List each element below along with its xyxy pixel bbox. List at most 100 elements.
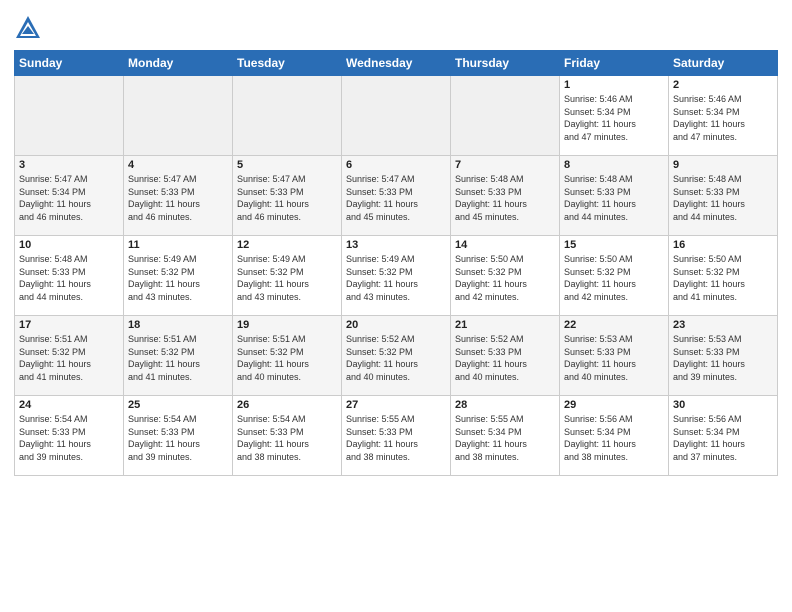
day-info: Sunrise: 5:53 AM Sunset: 5:33 PM Dayligh…	[673, 333, 773, 383]
calendar-table: SundayMondayTuesdayWednesdayThursdayFrid…	[14, 50, 778, 476]
calendar-cell: 28 Sunrise: 5:55 AM Sunset: 5:34 PM Dayli…	[451, 396, 560, 476]
day-number: 11	[128, 239, 228, 251]
day-info: Sunrise: 5:55 AM Sunset: 5:34 PM Dayligh…	[455, 413, 555, 463]
calendar-cell	[451, 76, 560, 156]
day-number: 15	[564, 239, 664, 251]
day-info: Sunrise: 5:50 AM Sunset: 5:32 PM Dayligh…	[673, 253, 773, 303]
day-info: Sunrise: 5:48 AM Sunset: 5:33 PM Dayligh…	[673, 173, 773, 223]
calendar-cell: 10 Sunrise: 5:48 AM Sunset: 5:33 PM Dayli…	[15, 236, 124, 316]
day-info: Sunrise: 5:56 AM Sunset: 5:34 PM Dayligh…	[673, 413, 773, 463]
day-number: 27	[346, 399, 446, 411]
day-number: 13	[346, 239, 446, 251]
day-number: 22	[564, 319, 664, 331]
day-number: 28	[455, 399, 555, 411]
day-info: Sunrise: 5:51 AM Sunset: 5:32 PM Dayligh…	[128, 333, 228, 383]
calendar-cell: 29 Sunrise: 5:56 AM Sunset: 5:34 PM Dayli…	[560, 396, 669, 476]
logo-icon	[14, 14, 42, 42]
day-number: 2	[673, 79, 773, 91]
day-number: 25	[128, 399, 228, 411]
day-number: 16	[673, 239, 773, 251]
day-number: 17	[19, 319, 119, 331]
day-info: Sunrise: 5:47 AM Sunset: 5:33 PM Dayligh…	[346, 173, 446, 223]
day-info: Sunrise: 5:48 AM Sunset: 5:33 PM Dayligh…	[19, 253, 119, 303]
day-number: 19	[237, 319, 337, 331]
calendar-cell: 21 Sunrise: 5:52 AM Sunset: 5:33 PM Dayli…	[451, 316, 560, 396]
day-number: 18	[128, 319, 228, 331]
day-info: Sunrise: 5:49 AM Sunset: 5:32 PM Dayligh…	[346, 253, 446, 303]
calendar-cell: 9 Sunrise: 5:48 AM Sunset: 5:33 PM Daylig…	[669, 156, 778, 236]
day-info: Sunrise: 5:51 AM Sunset: 5:32 PM Dayligh…	[19, 333, 119, 383]
day-info: Sunrise: 5:49 AM Sunset: 5:32 PM Dayligh…	[128, 253, 228, 303]
day-number: 7	[455, 159, 555, 171]
calendar-cell: 2Sunrise: 5:46 AM Sunset: 5:34 PM Daylig…	[669, 76, 778, 156]
calendar-cell: 22 Sunrise: 5:53 AM Sunset: 5:33 PM Dayli…	[560, 316, 669, 396]
calendar-cell: 18 Sunrise: 5:51 AM Sunset: 5:32 PM Dayli…	[124, 316, 233, 396]
calendar-cell: 4 Sunrise: 5:47 AM Sunset: 5:33 PM Daylig…	[124, 156, 233, 236]
calendar-cell: 23 Sunrise: 5:53 AM Sunset: 5:33 PM Dayli…	[669, 316, 778, 396]
calendar-cell: 8 Sunrise: 5:48 AM Sunset: 5:33 PM Daylig…	[560, 156, 669, 236]
calendar-cell: 14 Sunrise: 5:50 AM Sunset: 5:32 PM Dayli…	[451, 236, 560, 316]
calendar-cell: 7 Sunrise: 5:48 AM Sunset: 5:33 PM Daylig…	[451, 156, 560, 236]
day-info: Sunrise: 5:46 AM Sunset: 5:34 PM Dayligh…	[564, 93, 664, 143]
calendar-week-row: 10 Sunrise: 5:48 AM Sunset: 5:33 PM Dayli…	[15, 236, 778, 316]
calendar-week-row: 1 Sunrise: 5:46 AM Sunset: 5:34 PM Daylig…	[15, 76, 778, 156]
header	[14, 10, 778, 42]
calendar-cell	[15, 76, 124, 156]
day-info: Sunrise: 5:47 AM Sunset: 5:34 PM Dayligh…	[19, 173, 119, 223]
day-number: 9	[673, 159, 773, 171]
day-info: Sunrise: 5:47 AM Sunset: 5:33 PM Dayligh…	[128, 173, 228, 223]
day-info: Sunrise: 5:48 AM Sunset: 5:33 PM Dayligh…	[455, 173, 555, 223]
weekday-header-monday: Monday	[124, 51, 233, 76]
day-info: Sunrise: 5:50 AM Sunset: 5:32 PM Dayligh…	[564, 253, 664, 303]
day-info: Sunrise: 5:54 AM Sunset: 5:33 PM Dayligh…	[19, 413, 119, 463]
calendar-cell: 27 Sunrise: 5:55 AM Sunset: 5:33 PM Dayli…	[342, 396, 451, 476]
calendar-cell: 12 Sunrise: 5:49 AM Sunset: 5:32 PM Dayli…	[233, 236, 342, 316]
day-info: Sunrise: 5:55 AM Sunset: 5:33 PM Dayligh…	[346, 413, 446, 463]
day-number: 5	[237, 159, 337, 171]
day-info: Sunrise: 5:52 AM Sunset: 5:33 PM Dayligh…	[455, 333, 555, 383]
calendar-cell: 5 Sunrise: 5:47 AM Sunset: 5:33 PM Daylig…	[233, 156, 342, 236]
calendar-cell: 19 Sunrise: 5:51 AM Sunset: 5:32 PM Dayli…	[233, 316, 342, 396]
day-number: 4	[128, 159, 228, 171]
day-number: 12	[237, 239, 337, 251]
day-number: 20	[346, 319, 446, 331]
day-info: Sunrise: 5:53 AM Sunset: 5:33 PM Dayligh…	[564, 333, 664, 383]
day-info: Sunrise: 5:50 AM Sunset: 5:32 PM Dayligh…	[455, 253, 555, 303]
day-info: Sunrise: 5:49 AM Sunset: 5:32 PM Dayligh…	[237, 253, 337, 303]
calendar-cell: 30Sunrise: 5:56 AM Sunset: 5:34 PM Dayli…	[669, 396, 778, 476]
calendar-cell: 11 Sunrise: 5:49 AM Sunset: 5:32 PM Dayli…	[124, 236, 233, 316]
weekday-header-friday: Friday	[560, 51, 669, 76]
day-number: 14	[455, 239, 555, 251]
calendar-cell: 26Sunrise: 5:54 AM Sunset: 5:33 PM Dayli…	[233, 396, 342, 476]
day-number: 1	[564, 79, 664, 91]
day-number: 10	[19, 239, 119, 251]
day-info: Sunrise: 5:52 AM Sunset: 5:32 PM Dayligh…	[346, 333, 446, 383]
calendar-cell	[233, 76, 342, 156]
calendar-cell: 6 Sunrise: 5:47 AM Sunset: 5:33 PM Daylig…	[342, 156, 451, 236]
calendar-cell	[342, 76, 451, 156]
calendar-week-row: 3 Sunrise: 5:47 AM Sunset: 5:34 PM Daylig…	[15, 156, 778, 236]
day-info: Sunrise: 5:47 AM Sunset: 5:33 PM Dayligh…	[237, 173, 337, 223]
calendar-cell	[124, 76, 233, 156]
calendar-cell: 1 Sunrise: 5:46 AM Sunset: 5:34 PM Daylig…	[560, 76, 669, 156]
day-info: Sunrise: 5:54 AM Sunset: 5:33 PM Dayligh…	[128, 413, 228, 463]
calendar-week-row: 17 Sunrise: 5:51 AM Sunset: 5:32 PM Dayli…	[15, 316, 778, 396]
page: SundayMondayTuesdayWednesdayThursdayFrid…	[0, 0, 792, 612]
day-number: 29	[564, 399, 664, 411]
calendar-cell: 24Sunrise: 5:54 AM Sunset: 5:33 PM Dayli…	[15, 396, 124, 476]
day-number: 23	[673, 319, 773, 331]
calendar-cell: 3 Sunrise: 5:47 AM Sunset: 5:34 PM Daylig…	[15, 156, 124, 236]
day-number: 3	[19, 159, 119, 171]
day-info: Sunrise: 5:51 AM Sunset: 5:32 PM Dayligh…	[237, 333, 337, 383]
day-number: 21	[455, 319, 555, 331]
calendar-cell: 17 Sunrise: 5:51 AM Sunset: 5:32 PM Dayli…	[15, 316, 124, 396]
weekday-header-wednesday: Wednesday	[342, 51, 451, 76]
day-number: 6	[346, 159, 446, 171]
day-info: Sunrise: 5:48 AM Sunset: 5:33 PM Dayligh…	[564, 173, 664, 223]
day-number: 8	[564, 159, 664, 171]
calendar-cell: 15 Sunrise: 5:50 AM Sunset: 5:32 PM Dayli…	[560, 236, 669, 316]
day-info: Sunrise: 5:56 AM Sunset: 5:34 PM Dayligh…	[564, 413, 664, 463]
calendar-cell: 13 Sunrise: 5:49 AM Sunset: 5:32 PM Dayli…	[342, 236, 451, 316]
weekday-header-tuesday: Tuesday	[233, 51, 342, 76]
calendar-cell: 16 Sunrise: 5:50 AM Sunset: 5:32 PM Dayli…	[669, 236, 778, 316]
